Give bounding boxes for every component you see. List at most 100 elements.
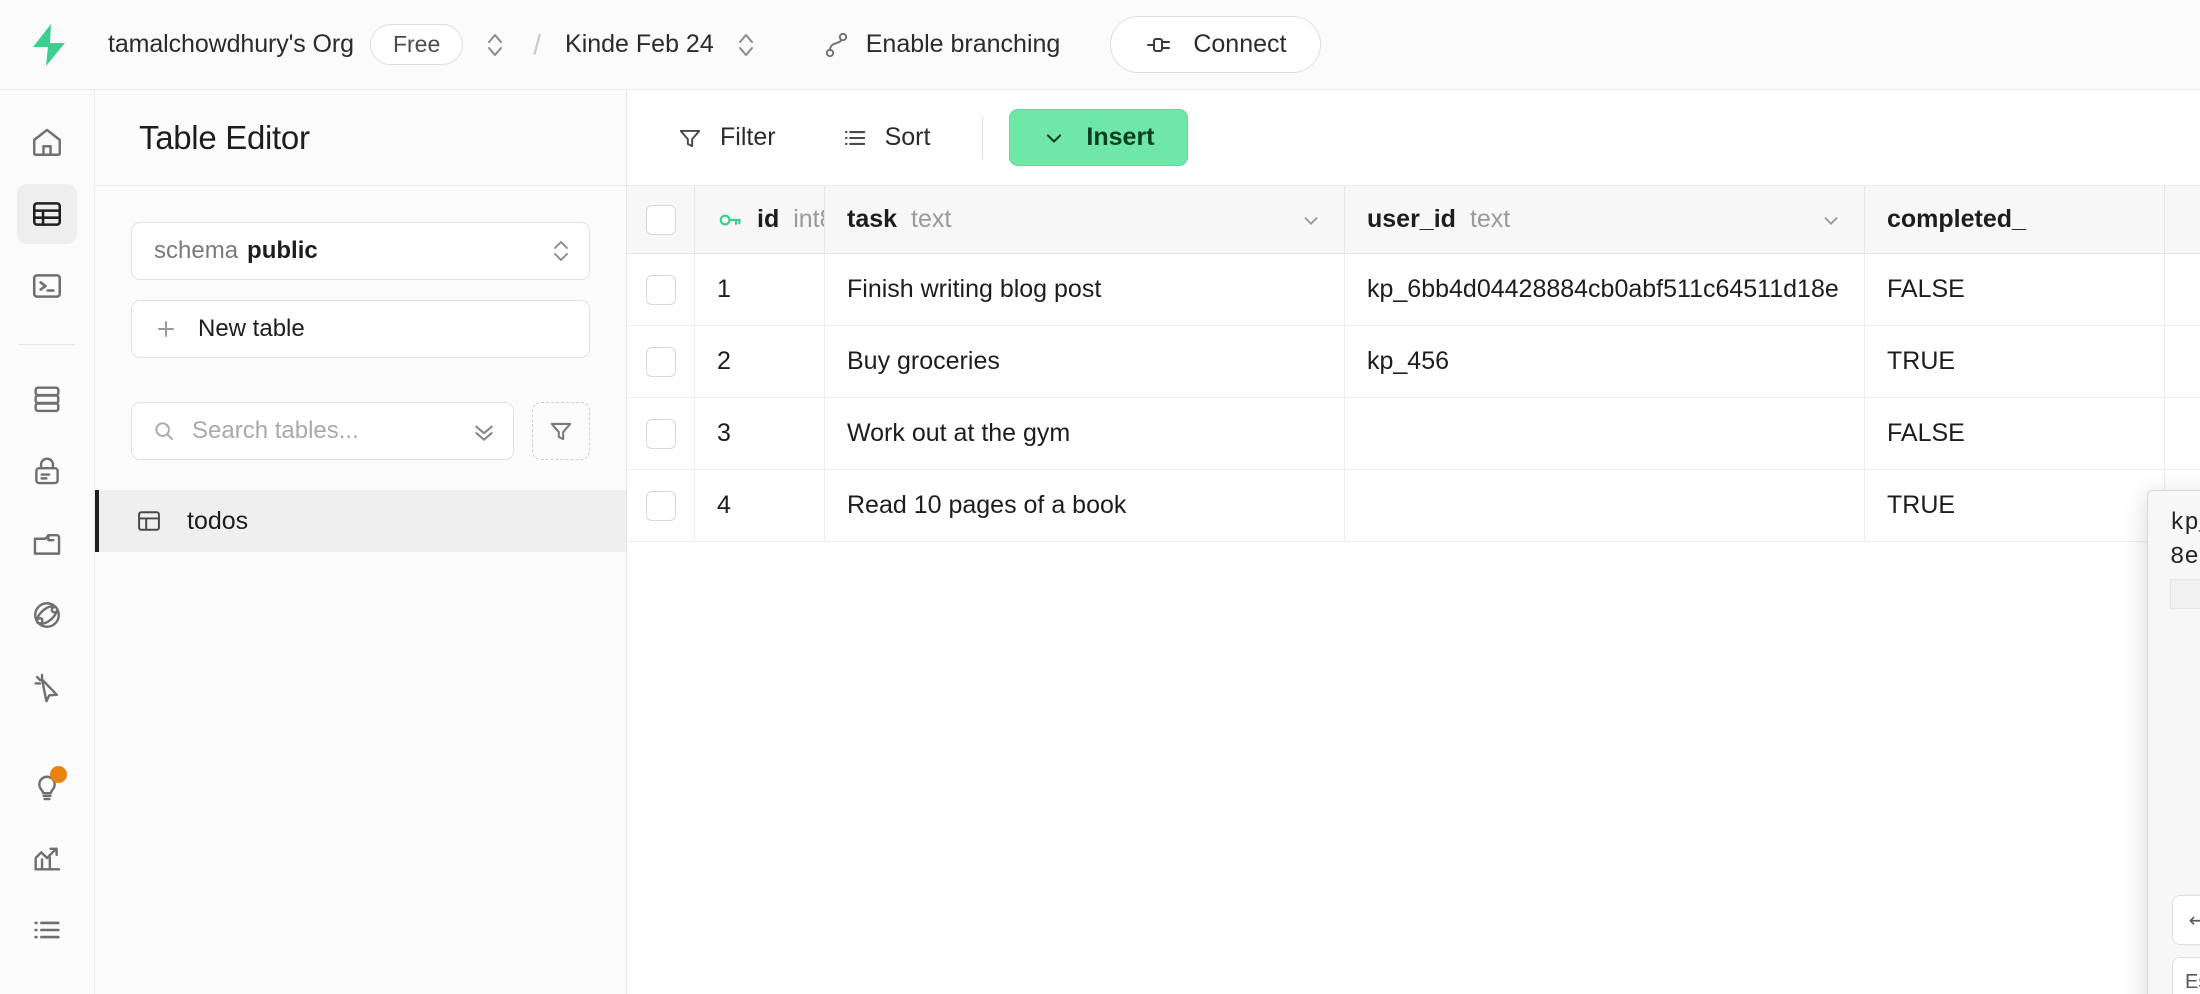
cell-id[interactable]: 3 bbox=[695, 398, 825, 469]
cell-completed[interactable]: FALSE bbox=[1865, 398, 2165, 469]
data-grid: id int8 task text bbox=[627, 186, 2200, 994]
column-name: id bbox=[757, 205, 780, 233]
filter-button[interactable]: Filter bbox=[655, 113, 798, 162]
icon-rail bbox=[0, 90, 95, 994]
reports-chart-icon[interactable] bbox=[17, 828, 77, 888]
column-header-task[interactable]: task text bbox=[825, 186, 1345, 253]
grid-header-row: id int8 task text bbox=[627, 186, 2200, 254]
primary-key-icon bbox=[717, 207, 743, 233]
column-header-user-id[interactable]: user_id text bbox=[1345, 186, 1865, 253]
logs-list-icon[interactable] bbox=[17, 900, 77, 960]
row-checkbox[interactable] bbox=[627, 326, 695, 397]
insert-button[interactable]: Insert bbox=[1009, 109, 1188, 166]
table-row[interactable]: 4 Read 10 pages of a book TRUE bbox=[627, 470, 2200, 542]
cell-id[interactable]: 2 bbox=[695, 326, 825, 397]
sql-editor-icon[interactable] bbox=[17, 256, 77, 316]
sort-button[interactable]: Sort bbox=[820, 113, 953, 162]
checkbox-icon bbox=[645, 274, 676, 305]
search-tables-input[interactable]: Search tables... bbox=[131, 402, 514, 460]
row-checkbox[interactable] bbox=[627, 254, 695, 325]
supabase-logo-icon[interactable] bbox=[26, 22, 72, 68]
cell-task[interactable]: Read 10 pages of a book bbox=[825, 470, 1345, 541]
search-icon bbox=[152, 419, 176, 443]
table-row[interactable]: 2 Buy groceries kp_456 TRUE bbox=[627, 326, 2200, 398]
cell-user-id[interactable]: kp_6bb4d04428884cb0abf511c64511d18e bbox=[1345, 254, 1865, 325]
realtime-cursor-icon[interactable] bbox=[17, 657, 77, 717]
auth-lock-icon[interactable] bbox=[17, 441, 77, 501]
top-bar: tamalchowdhury's Org Free / Kinde Feb 24… bbox=[0, 0, 2200, 90]
row-checkbox[interactable] bbox=[627, 470, 695, 541]
esc-key-icon: Esc bbox=[2172, 957, 2200, 994]
column-menu-chevron-down-icon[interactable] bbox=[1820, 209, 1842, 231]
cell-completed[interactable]: FALSE bbox=[1865, 254, 2165, 325]
database-icon[interactable] bbox=[17, 369, 77, 429]
cell-task[interactable]: Finish writing blog post bbox=[825, 254, 1345, 325]
project-name[interactable]: Kinde Feb 24 bbox=[565, 30, 714, 59]
connect-button[interactable]: Connect bbox=[1110, 16, 1322, 73]
cancel-changes-hint[interactable]: Esc Cancel changes bbox=[2172, 957, 2200, 994]
lightbulb-icon[interactable] bbox=[17, 756, 77, 816]
cell-completed[interactable]: TRUE bbox=[1865, 326, 2165, 397]
checkbox-icon bbox=[645, 346, 676, 377]
row-checkbox[interactable] bbox=[627, 398, 695, 469]
chevrons-down-icon[interactable] bbox=[471, 418, 497, 444]
cell-user-id[interactable] bbox=[1345, 470, 1865, 541]
cell-editor-popover: kp_6bb4d04428884cb0abf511c64511d18e ↵ Sa… bbox=[2147, 490, 2200, 994]
plan-badge[interactable]: Free bbox=[369, 24, 464, 65]
cell-id[interactable]: 4 bbox=[695, 470, 825, 541]
edge-functions-icon[interactable] bbox=[17, 585, 77, 645]
column-type: text bbox=[1469, 205, 1511, 233]
org-name[interactable]: tamalchowdhury's Org bbox=[108, 30, 354, 59]
home-icon[interactable] bbox=[17, 112, 77, 172]
sort-label: Sort bbox=[884, 123, 931, 151]
app-body: Table Editor schema public New table Sea… bbox=[0, 90, 2200, 994]
cell-user-id[interactable]: kp_456 bbox=[1345, 326, 1865, 397]
column-menu-chevron-down-icon[interactable] bbox=[1300, 209, 1322, 231]
table-filter-button[interactable] bbox=[532, 402, 590, 460]
checkbox-icon bbox=[645, 490, 676, 521]
table-list-item-todos[interactable]: todos bbox=[95, 490, 626, 552]
grid-toolbar: Filter Sort Insert bbox=[627, 90, 2200, 186]
cell-completed[interactable]: TRUE bbox=[1865, 470, 2165, 541]
column-name: user_id bbox=[1367, 205, 1456, 233]
cell-editor-textarea[interactable]: kp_6bb4d04428884cb0abf511c64511d18e bbox=[2148, 491, 2200, 883]
cell-task[interactable]: Work out at the gym bbox=[825, 398, 1345, 469]
storage-folder-icon[interactable] bbox=[17, 513, 77, 573]
table-editor-panel: Table Editor schema public New table Sea… bbox=[95, 90, 627, 994]
enable-branching-label: Enable branching bbox=[865, 30, 1061, 58]
project-switcher-chevron-up-down-icon[interactable] bbox=[732, 29, 760, 61]
panel-header: Table Editor bbox=[95, 90, 626, 186]
main-content: Filter Sort Insert id int task text user… bbox=[627, 90, 2200, 994]
funnel-icon bbox=[677, 125, 703, 151]
enable-branching-button[interactable]: Enable branching bbox=[822, 30, 1061, 60]
filter-label: Filter bbox=[720, 123, 776, 151]
cell-id[interactable]: 1 bbox=[695, 254, 825, 325]
cell-user-id[interactable] bbox=[1345, 398, 1865, 469]
table-icon bbox=[135, 507, 163, 535]
column-header-completed[interactable]: completed_ bbox=[1865, 186, 2165, 253]
breadcrumb-separator: / bbox=[533, 28, 542, 60]
funnel-icon bbox=[548, 418, 574, 444]
select-all-checkbox[interactable] bbox=[627, 186, 695, 253]
new-table-button[interactable]: New table bbox=[131, 300, 590, 358]
table-row[interactable]: 1 Finish writing blog post kp_6bb4d04428… bbox=[627, 254, 2200, 326]
table-row[interactable]: 3 Work out at the gym FALSE bbox=[627, 398, 2200, 470]
org-switcher-chevron-up-down-icon[interactable] bbox=[481, 29, 509, 61]
rail-divider bbox=[19, 344, 75, 345]
plug-icon bbox=[1145, 33, 1175, 57]
schema-label: schema bbox=[154, 237, 239, 264]
search-row: Search tables... bbox=[131, 402, 590, 460]
schema-selector[interactable]: schema public bbox=[131, 222, 590, 280]
page-title: Table Editor bbox=[139, 118, 310, 156]
column-name: completed_ bbox=[1887, 205, 2026, 233]
tables-list: todos bbox=[95, 490, 626, 552]
table-editor-icon[interactable] bbox=[17, 184, 77, 244]
app-root: tamalchowdhury's Org Free / Kinde Feb 24… bbox=[0, 0, 2200, 994]
save-changes-hint[interactable]: ↵ Save changes bbox=[2172, 895, 2200, 945]
git-branch-icon bbox=[822, 30, 850, 60]
column-header-id[interactable]: id int8 bbox=[695, 186, 825, 253]
enter-key-icon: ↵ bbox=[2172, 895, 2200, 945]
schema-chevron-up-down-icon bbox=[551, 236, 571, 266]
cell-task[interactable]: Buy groceries bbox=[825, 326, 1345, 397]
sort-list-icon bbox=[842, 125, 868, 151]
